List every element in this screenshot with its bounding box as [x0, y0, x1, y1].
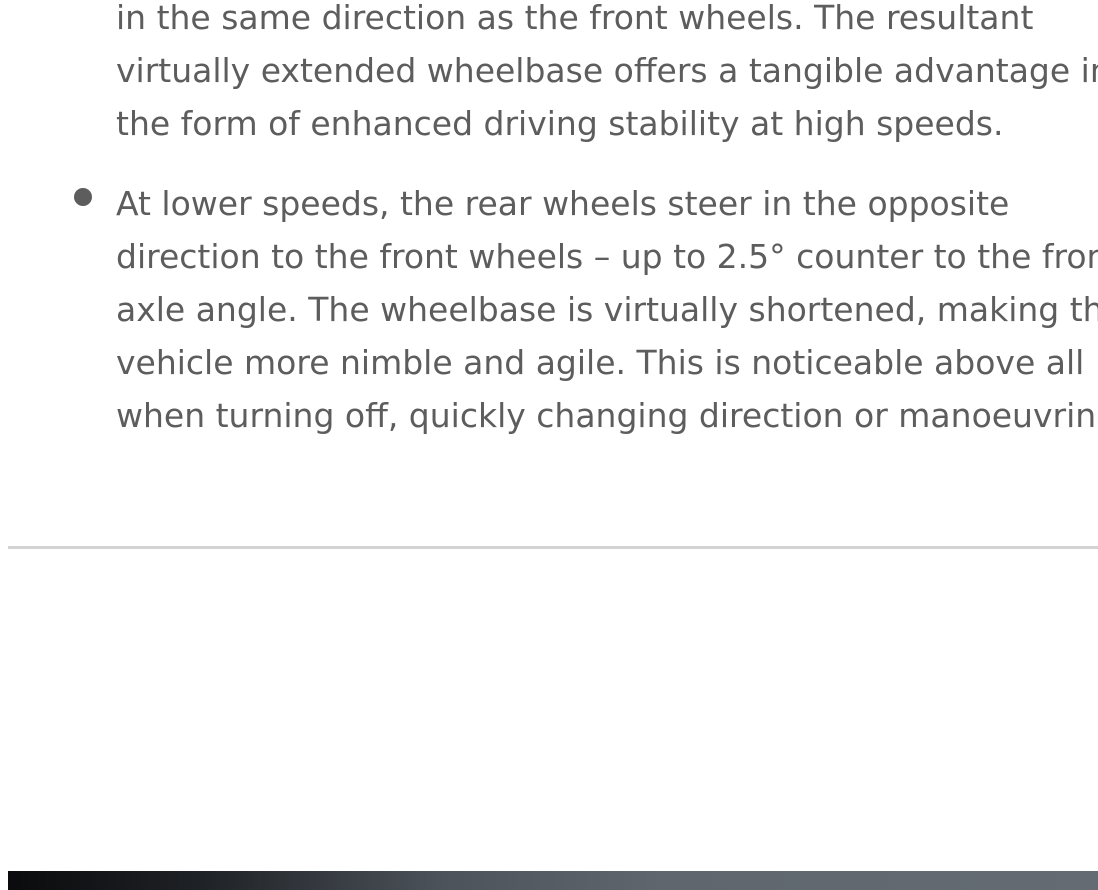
article-content: in the same direction as the front wheel…	[0, 0, 1098, 540]
list-item: in the same direction as the front wheel…	[116, 0, 1098, 150]
list-item-text-line: At lower speeds, the rear wheels steer i…	[116, 184, 1010, 223]
list-item-text-line: virtually extended wheelbase offers a ta…	[116, 51, 1098, 90]
section-divider	[8, 546, 1098, 549]
list-item-text-line: in the same direction as the front wheel…	[116, 0, 1034, 37]
list-item: At lower speeds, the rear wheels steer i…	[116, 177, 1098, 442]
list-item-text-line: axle angle. The wheelbase is virtually s…	[116, 290, 1098, 329]
list-item-text-line: direction to the front wheels – up to 2.…	[116, 237, 1098, 276]
footer-bar	[8, 871, 1098, 890]
list-item-text-line: when turning off, quickly changing direc…	[116, 396, 1098, 435]
bullet-icon	[74, 188, 92, 206]
list-item-text-line: the form of enhanced driving stability a…	[116, 104, 1004, 143]
list-item-text-line: vehicle more nimble and agile. This is n…	[116, 343, 1085, 382]
